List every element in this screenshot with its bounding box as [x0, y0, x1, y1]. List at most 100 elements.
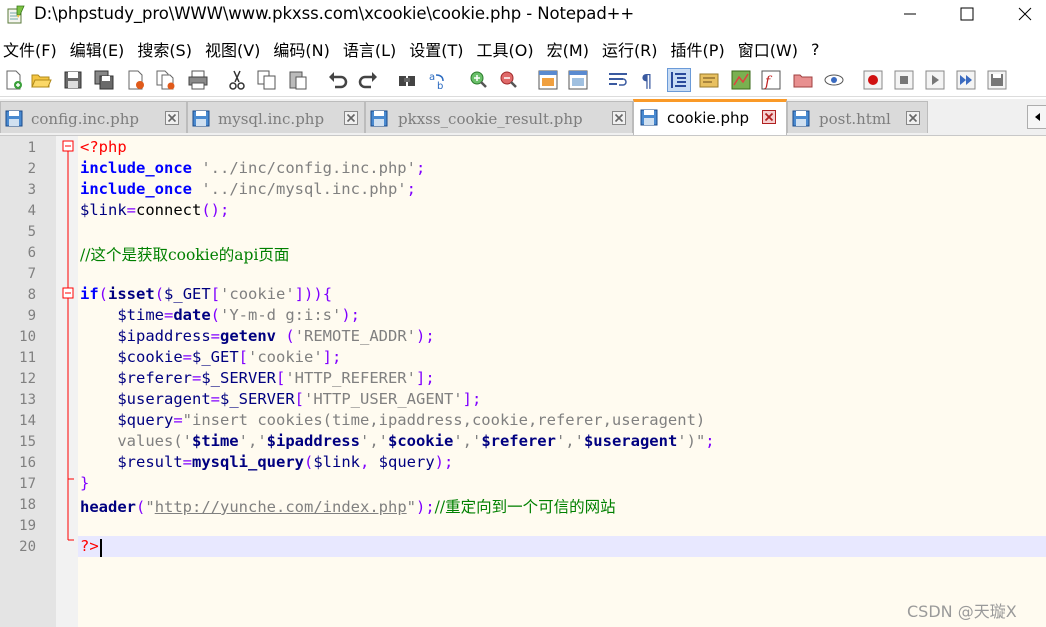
record-macro-button[interactable] [862, 69, 884, 91]
close-tab-icon[interactable] [906, 111, 920, 125]
indent-guide-button[interactable] [667, 68, 691, 92]
close-button[interactable] [125, 69, 147, 91]
stop-record-button[interactable] [893, 69, 915, 91]
menu-view[interactable]: 视图(V) [205, 37, 260, 61]
code-token: ); [416, 498, 435, 516]
minimize-button[interactable] [887, 0, 933, 28]
close-all-button[interactable] [155, 69, 177, 91]
monitoring-button[interactable] [823, 69, 845, 91]
folder-workspace-button[interactable] [792, 69, 814, 91]
find-button[interactable] [396, 69, 418, 91]
tab-scroll-left-button[interactable] [1027, 105, 1046, 129]
menu-edit[interactable]: 编辑(E) [70, 37, 125, 61]
close-tab-icon[interactable] [612, 111, 626, 125]
new-file-button[interactable] [3, 69, 25, 91]
run-macro-multiple-button[interactable] [955, 69, 977, 91]
code-line: include_once '../inc/mysql.inc.php'; [80, 180, 416, 198]
zoom-out-button[interactable] [497, 69, 519, 91]
redo-button[interactable] [357, 69, 379, 91]
print-button[interactable] [187, 69, 209, 91]
tab-mysql-inc-php[interactable]: mysql.inc.php [187, 101, 365, 133]
svg-text:b: b [437, 81, 443, 91]
zoom-in-button[interactable] [467, 69, 489, 91]
code-token: date [173, 306, 211, 324]
code-editor[interactable]: 1 2 3 4 5 6 7 8 9 10 11 12 13 14 15 16 17 18 19 20 <?php inc… [0, 136, 1046, 627]
code-token: "insert cookies(time,ipaddress,cookie,re… [182, 411, 706, 429]
tab-cookie-php[interactable]: cookie.php [633, 99, 787, 135]
play-macro-icon [925, 70, 945, 90]
code-token: 'HTTP_REFERER' [285, 369, 416, 387]
save-macro-button[interactable] [986, 69, 1008, 91]
sync-vertical-button[interactable] [537, 69, 559, 91]
sync-horizontal-button[interactable] [567, 69, 589, 91]
menu-encoding[interactable]: 编码(N) [273, 37, 329, 61]
code-token: ',' [453, 432, 482, 450]
word-wrap-button[interactable] [607, 69, 629, 91]
menu-tools[interactable]: 工具(O) [477, 37, 534, 61]
save-all-button[interactable] [93, 69, 115, 91]
zoom-in-icon [470, 71, 487, 88]
user-language-icon [699, 73, 719, 88]
close-tab-icon[interactable] [344, 111, 358, 125]
tab-post-html[interactable]: post.html [787, 101, 928, 133]
code-token: = [210, 327, 220, 345]
fold-markers [62, 140, 74, 541]
open-file-icon [31, 74, 52, 88]
maximize-button[interactable] [944, 0, 990, 28]
code-token: " [406, 498, 416, 516]
save-button[interactable] [62, 69, 84, 91]
cut-button[interactable] [226, 69, 248, 91]
code-token: $ipaddress [266, 432, 360, 450]
close-tab-icon[interactable] [762, 110, 776, 124]
notepadpp-app-icon[interactable] [6, 4, 26, 24]
close-tab-icon[interactable] [165, 111, 179, 125]
undo-button[interactable] [327, 69, 349, 91]
tab-bar: config.inc.php mysql.inc.php pkxss_cooki… [0, 99, 1046, 136]
copy-button[interactable] [256, 69, 278, 91]
menu-window[interactable]: 窗口(W) [738, 37, 798, 61]
code-token: 'REMOTE_ADDR' [294, 327, 417, 345]
code-line: ?> [80, 537, 99, 555]
code-line: $referer=$_SERVER['HTTP_REFERER']; [80, 369, 434, 387]
code-token: = [182, 348, 192, 366]
toolbar: ab ¶ f [0, 64, 1046, 97]
tab-config-inc-php[interactable]: config.inc.php [0, 101, 187, 133]
menu-language[interactable]: 语言(L) [343, 37, 396, 61]
close-window-button[interactable] [1002, 0, 1046, 28]
menu-settings[interactable]: 设置(T) [409, 37, 463, 61]
show-all-chars-button[interactable]: ¶ [637, 69, 659, 91]
document-map-button[interactable] [730, 69, 752, 91]
play-macro-button[interactable] [924, 69, 946, 91]
svg-text:¶: ¶ [641, 71, 652, 91]
minimize-icon [904, 13, 916, 15]
menu-macro[interactable]: 宏(M) [547, 37, 589, 61]
code-line: //这个是获取cookie的api页面 [80, 243, 289, 265]
line-number: 14 [19, 413, 36, 429]
function-list-button[interactable]: f [760, 69, 782, 91]
code-token: $link [313, 453, 360, 471]
code-token: $useragent [117, 390, 211, 408]
line-number: 8 [27, 287, 36, 303]
tab-label: post.html [819, 110, 891, 128]
code-token: = [164, 306, 174, 324]
code-token: getenv [220, 327, 276, 345]
copy-icon [257, 70, 276, 90]
code-token: $_SERVER [220, 390, 295, 408]
code-token: header [80, 498, 136, 516]
code-token: '../inc/mysql.inc.php' [201, 180, 407, 198]
file-saved-icon [792, 110, 810, 127]
user-language-button[interactable] [698, 69, 720, 91]
menu-plugins[interactable]: 插件(P) [671, 37, 725, 61]
menu-search[interactable]: 搜索(S) [137, 37, 192, 61]
replace-button[interactable]: ab [427, 69, 449, 91]
paste-button[interactable] [287, 69, 309, 91]
open-file-button[interactable] [30, 69, 52, 91]
menu-help[interactable]: ? [811, 40, 820, 59]
menu-file[interactable]: 文件(F) [3, 37, 57, 61]
code-token: values(' [80, 432, 192, 450]
line-number: 5 [27, 224, 36, 240]
tab-pkxss-cookie-result-php[interactable]: pkxss_cookie_result.php [365, 101, 633, 133]
menu-run[interactable]: 运行(R) [602, 37, 658, 61]
